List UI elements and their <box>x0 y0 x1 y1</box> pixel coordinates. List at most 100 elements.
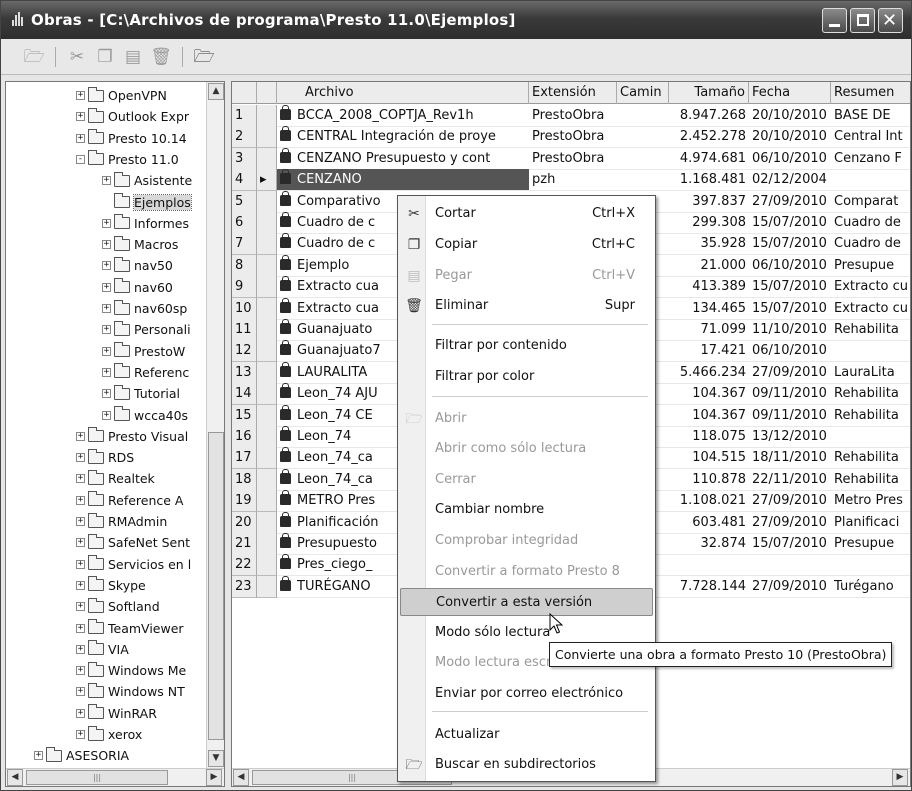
tree-item[interactable]: Ejemplos <box>114 192 192 213</box>
expand-toggle-icon[interactable]: + <box>102 261 111 271</box>
expand-toggle-icon[interactable]: + <box>76 495 85 505</box>
expand-toggle-icon[interactable]: + <box>76 133 85 143</box>
expand-toggle-icon[interactable]: + <box>76 559 85 569</box>
scroll-left-button[interactable]: ◀ <box>233 769 249 786</box>
expand-toggle-icon[interactable]: + <box>76 517 85 526</box>
expand-toggle-icon[interactable]: + <box>76 623 85 633</box>
scroll-left-button[interactable]: ◀ <box>7 769 23 786</box>
tree-item[interactable]: + nav60 <box>102 277 173 298</box>
tree-item[interactable]: + wcca40s <box>102 405 188 426</box>
tree-item[interactable]: + Macros <box>102 234 178 255</box>
expand-toggle-icon[interactable]: + <box>102 282 111 292</box>
tree-item[interactable]: + Skype <box>76 575 146 596</box>
expand-toggle-icon[interactable]: + <box>76 730 85 739</box>
expand-toggle-icon[interactable]: + <box>34 751 43 761</box>
expand-toggle-icon[interactable]: + <box>102 346 111 356</box>
expand-toggle-icon[interactable]: + <box>102 325 111 335</box>
title-bar[interactable]: Obras - [C:\Archivos de programa\Presto … <box>1 1 911 39</box>
menu-item[interactable]: Cambiar nombre <box>400 496 653 524</box>
menu-item[interactable]: 🗑 Eliminar Supr <box>400 292 653 320</box>
tree-item[interactable]: + Softland <box>76 596 160 617</box>
table-row[interactable]: 4 ▸ CENZANO pzh 1.168.481 02/12/2004 <box>232 169 910 192</box>
tree-item[interactable]: + Asistente <box>102 170 192 191</box>
expand-toggle-icon[interactable]: + <box>76 580 85 590</box>
copy-icon[interactable]: ❐ <box>94 46 116 68</box>
expand-toggle-icon[interactable]: + <box>76 538 85 548</box>
tree-item[interactable]: + nav60sp <box>102 298 187 319</box>
column-header-fecha[interactable]: Fecha <box>749 82 831 104</box>
tree-item[interactable]: + Windows NT <box>76 681 185 702</box>
collapse-toggle-icon[interactable]: - <box>76 154 85 164</box>
tree-item[interactable]: + Informes <box>102 213 189 234</box>
tree-item[interactable]: + nav50 <box>102 255 173 276</box>
scroll-right-button[interactable]: ▶ <box>206 769 222 786</box>
expand-toggle-icon[interactable]: + <box>76 708 85 718</box>
expand-toggle-icon[interactable]: + <box>76 602 85 612</box>
expand-toggle-icon[interactable]: + <box>102 410 111 420</box>
tree-item[interactable]: + Presto Visual <box>76 426 188 447</box>
table-row[interactable]: 1 BCCA_2008_COPTJA_Rev1h PrestoObra 8.947.2… <box>232 105 910 127</box>
expand-toggle-icon[interactable]: + <box>76 644 85 654</box>
tree-item[interactable]: + Servicios en l <box>76 554 191 575</box>
tree-item[interactable]: + TeamViewer <box>76 618 184 639</box>
expand-toggle-icon[interactable]: + <box>102 176 111 186</box>
tree-item[interactable]: + Outlook Expr <box>76 106 189 127</box>
tree-item[interactable]: + ASESORIA <box>34 745 129 766</box>
expand-toggle-icon[interactable]: + <box>76 666 85 676</box>
menu-item[interactable]: Enviar por correo electrónico <box>400 680 653 708</box>
column-header-camino[interactable]: Camin <box>617 82 669 104</box>
tree-item[interactable]: + SafeNet Sent <box>76 532 190 553</box>
tree-item[interactable]: + Realtek <box>76 468 155 489</box>
archivo-cell[interactable]: BCCA_2008_COPTJA_Rev1h <box>277 105 529 127</box>
tree-item[interactable]: + Windows Me <box>76 660 186 681</box>
tree-item[interactable]: + PrestoW <box>102 341 185 362</box>
delete-icon[interactable]: 🗑 <box>150 46 172 68</box>
scroll-up-button[interactable]: ▲ <box>208 83 224 100</box>
cut-icon[interactable]: ✂ <box>66 46 88 68</box>
tree-item[interactable]: - Presto 11.0 <box>76 149 179 170</box>
tree-item[interactable]: + Referenc <box>102 362 189 383</box>
menu-item[interactable]: 🗁 Buscar en subdirectorios <box>400 751 653 779</box>
column-header-tamano[interactable]: Tamaño <box>669 82 749 104</box>
maximize-button[interactable] <box>850 8 875 33</box>
expand-toggle-icon[interactable]: + <box>76 431 85 441</box>
expand-toggle-icon[interactable]: + <box>102 240 111 250</box>
menu-item[interactable]: Filtrar por color <box>400 363 653 391</box>
menu-item[interactable]: ✂ Cortar Ctrl+X <box>400 200 653 228</box>
table-row[interactable]: 3 CENZANO Presupuesto y cont PrestoObra 4.9… <box>232 147 910 170</box>
menu-item[interactable]: Convertir a esta versión <box>400 588 653 616</box>
menu-item[interactable]: ❐ Copiar Ctrl+C <box>400 231 653 259</box>
expand-toggle-icon[interactable]: + <box>102 367 111 377</box>
archivo-cell[interactable]: CENZANO <box>277 169 529 192</box>
column-header-extension[interactable]: Extensión <box>529 82 617 104</box>
tree-item[interactable]: + xerox <box>76 724 142 745</box>
tree-horizontal-scrollbar[interactable]: ◀ ||| ▶ <box>6 768 224 786</box>
menu-item[interactable]: Actualizar <box>400 721 653 749</box>
minimize-button[interactable] <box>822 8 847 33</box>
scroll-thumb[interactable] <box>208 432 224 740</box>
expand-toggle-icon[interactable]: + <box>102 389 111 399</box>
column-header-archivo[interactable]: Archivo <box>277 82 529 104</box>
archivo-cell[interactable]: CENZANO Presupuesto y cont <box>277 147 529 170</box>
archivo-cell[interactable]: CENTRAL Integración de proye <box>277 126 529 149</box>
expand-toggle-icon[interactable]: + <box>76 112 85 122</box>
tree-item[interactable]: + Tutorial <box>102 383 180 404</box>
expand-toggle-icon[interactable]: + <box>76 687 85 697</box>
column-header-resumen[interactable]: Resumen <box>831 82 910 104</box>
search-folder-icon[interactable]: 🗁 <box>193 46 215 68</box>
folder-open-icon[interactable]: 🗁 <box>23 46 45 68</box>
tree-vertical-scrollbar[interactable]: ▲ ▼ <box>206 82 224 770</box>
expand-toggle-icon[interactable]: + <box>76 91 85 100</box>
tree-item[interactable]: + Presto 10.14 <box>76 128 187 149</box>
paste-icon[interactable]: ▤ <box>122 46 144 68</box>
tree-item[interactable]: + Reference A <box>76 490 183 511</box>
expand-toggle-icon[interactable]: + <box>102 218 111 228</box>
scroll-right-button[interactable]: ▶ <box>892 769 908 786</box>
expand-toggle-icon[interactable]: + <box>102 304 111 313</box>
tree-item[interactable]: + VIA <box>76 639 129 660</box>
close-button[interactable]: ✕ <box>878 8 903 33</box>
expand-toggle-icon[interactable]: + <box>76 453 85 463</box>
folder-tree[interactable]: + OpenVPN + Outlook Expr + Presto 10.14 - Prest… <box>5 81 225 787</box>
scroll-down-button[interactable]: ▼ <box>208 750 224 767</box>
menu-item[interactable]: Filtrar por contenido <box>400 332 653 360</box>
